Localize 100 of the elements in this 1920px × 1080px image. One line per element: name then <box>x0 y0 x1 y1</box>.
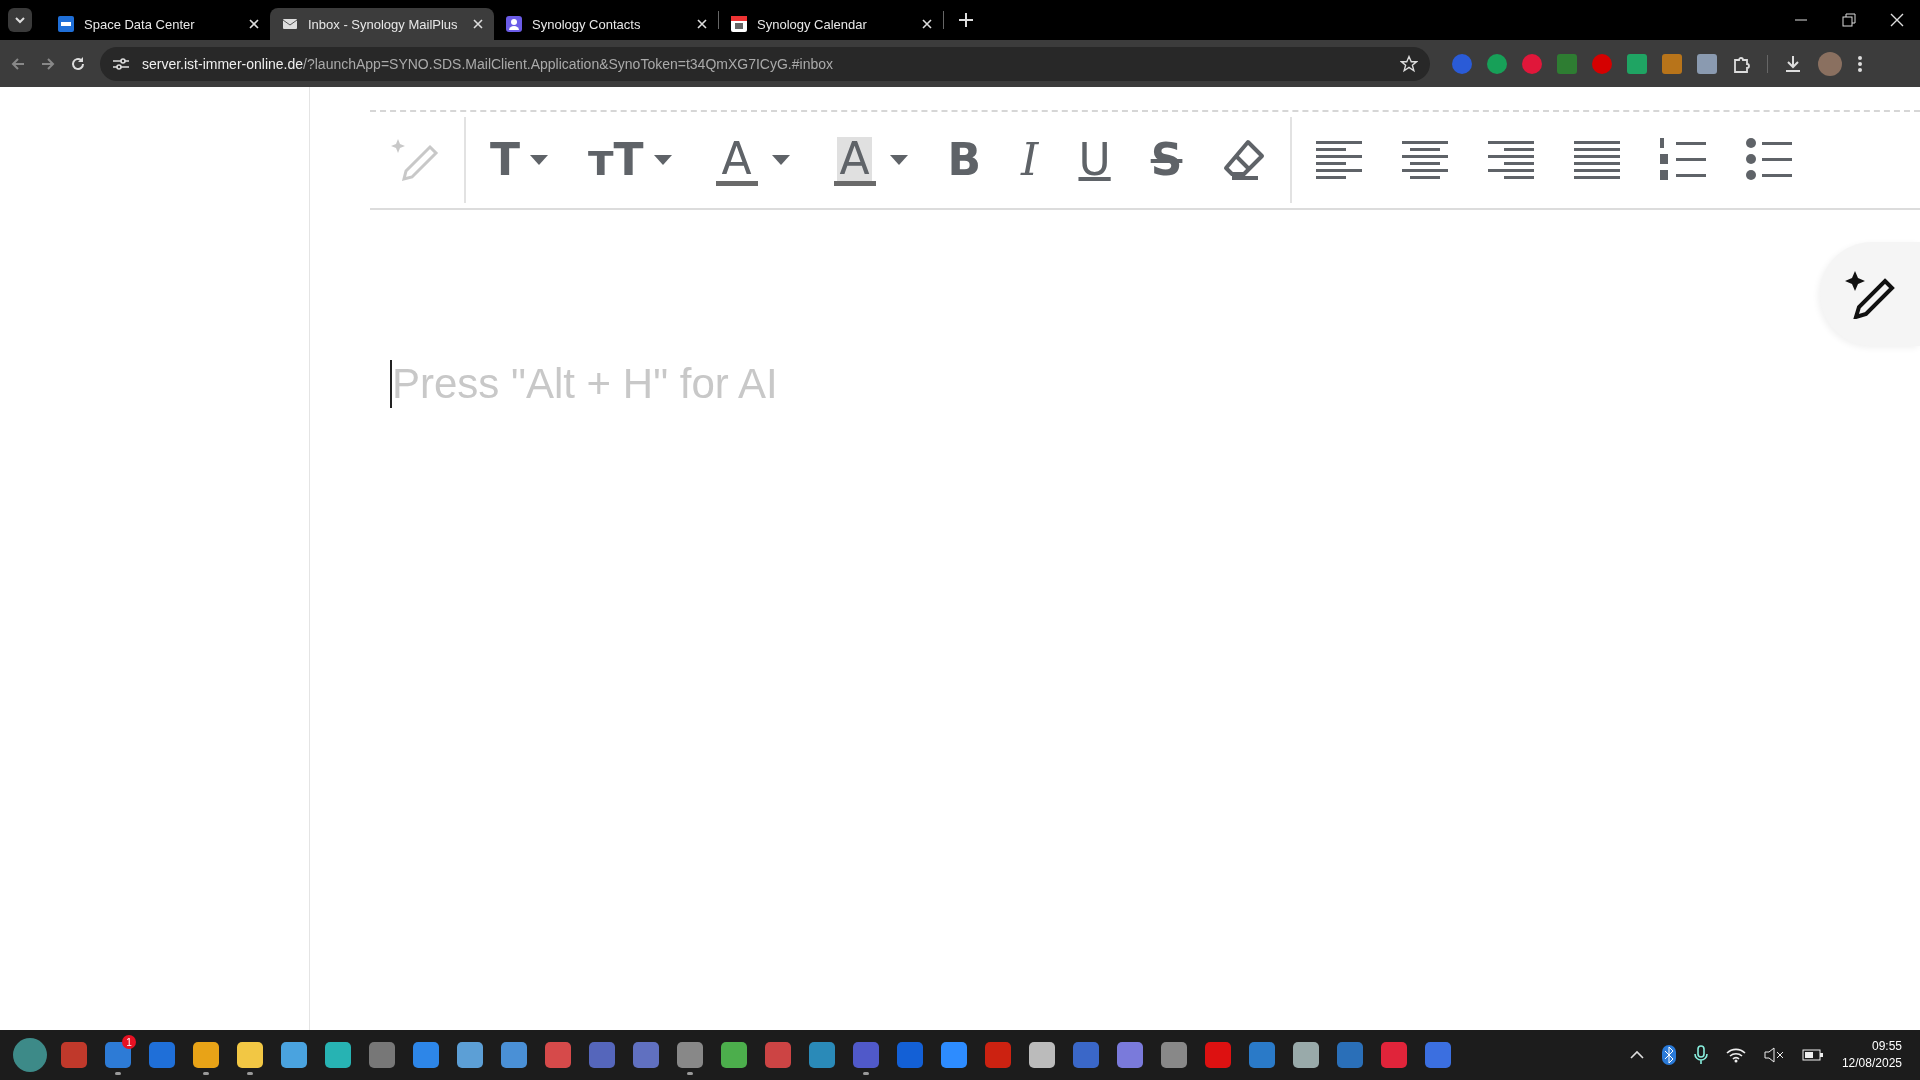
app-icon <box>1073 1042 1099 1068</box>
align-center-icon <box>1402 141 1449 179</box>
app-icon <box>413 1042 439 1068</box>
back-icon[interactable] <box>10 55 26 72</box>
caret-icon <box>530 155 548 165</box>
restore-icon[interactable] <box>1842 13 1856 27</box>
address-bar[interactable]: server.ist-immer-online.de/?launchApp=SYNO.SDS.MailClient.Application&SynoToken=t34QmXG7ICyG.#inbox <box>100 46 1430 81</box>
eraser-icon <box>1222 138 1267 182</box>
taskbar-app[interactable]: 1 <box>96 1033 140 1077</box>
url-text: server.ist-immer-online.de/?launchApp=SYNO.SDS.MailClient.Application&SynoToken=t34QmXG7ICyG.#inbox <box>142 55 834 72</box>
app-icon <box>281 1042 307 1068</box>
contact-card-icon <box>506 16 522 32</box>
font-color-button[interactable]: A <box>691 130 810 190</box>
pen-sparkle-icon <box>390 137 440 183</box>
bullet-list-icon <box>1746 138 1793 182</box>
app-icon <box>985 1042 1011 1068</box>
running-indicator <box>115 1072 121 1075</box>
close-icon[interactable] <box>1890 13 1904 27</box>
highlight-color-button[interactable]: A <box>809 130 928 190</box>
app-icon <box>501 1042 527 1068</box>
app-icon <box>589 1042 615 1068</box>
browser-tab[interactable]: Space Data Center <box>46 8 270 40</box>
app-icon <box>1117 1042 1143 1068</box>
clock[interactable]: 09:55 12/08/2025 <box>1841 1038 1902 1072</box>
app-icon <box>765 1042 791 1068</box>
app-icon <box>1029 1042 1055 1068</box>
app-icon <box>677 1042 703 1068</box>
align-left-icon <box>1316 141 1363 179</box>
running-indicator <box>247 1072 253 1075</box>
microphone-icon[interactable] <box>1693 1045 1708 1065</box>
caret-icon <box>653 155 672 165</box>
browser-tab[interactable]: Inbox - Synology MailPlus <box>270 8 494 40</box>
app-icon <box>1425 1042 1451 1068</box>
battery-icon[interactable] <box>1801 1048 1824 1062</box>
bookmark-star-icon[interactable] <box>1400 54 1418 73</box>
extension-icon[interactable] <box>1662 53 1682 74</box>
app-logo-icon <box>58 16 74 32</box>
justify-icon <box>1574 141 1621 179</box>
reload-icon[interactable] <box>70 55 86 72</box>
app-icon <box>1381 1042 1407 1068</box>
tab-title: Space Data Center <box>84 16 196 32</box>
close-icon[interactable] <box>921 18 933 30</box>
extension-icon[interactable] <box>1627 53 1647 74</box>
site-settings-icon[interactable] <box>112 55 130 72</box>
close-icon[interactable] <box>696 18 708 30</box>
bold-button[interactable]: B <box>927 130 1002 190</box>
pen-sparkle-icon <box>1845 269 1895 319</box>
close-icon[interactable] <box>248 18 260 30</box>
app-icon <box>1337 1042 1363 1068</box>
forward-icon[interactable] <box>40 55 56 72</box>
tab-title: Synology Contacts <box>532 16 642 32</box>
wifi-icon[interactable] <box>1725 1047 1746 1063</box>
bluetooth-icon[interactable] <box>1661 1045 1676 1065</box>
start-orb-icon <box>13 1038 47 1072</box>
browser-tab[interactable]: Synology Calendar <box>719 8 943 40</box>
running-indicator <box>203 1072 209 1075</box>
app-icon <box>1249 1042 1275 1068</box>
caret-icon <box>771 155 790 165</box>
envelope-icon <box>282 16 298 32</box>
app-icon <box>633 1042 659 1068</box>
app-icon <box>193 1042 219 1068</box>
align-right-icon <box>1488 141 1535 179</box>
tab-title: Synology Calendar <box>757 16 868 32</box>
clock-date: 12/08/2025 <box>1841 1055 1902 1072</box>
app-icon <box>545 1042 571 1068</box>
app-icon <box>1161 1042 1187 1068</box>
running-indicator <box>687 1072 693 1075</box>
chevron-up-icon[interactable] <box>1629 1050 1644 1060</box>
strikethrough-button[interactable]: S <box>1130 130 1203 190</box>
chevron-down-icon <box>14 14 26 26</box>
font-button[interactable]: T <box>470 130 568 190</box>
ordered-list-icon <box>1660 138 1707 182</box>
speaker-muted-icon[interactable] <box>1763 1047 1784 1063</box>
app-icon <box>457 1042 483 1068</box>
app-icon <box>721 1042 747 1068</box>
ai-assistant-button[interactable] <box>1820 242 1920 346</box>
close-icon[interactable] <box>472 18 484 30</box>
app-icon <box>369 1042 395 1068</box>
avatar-icon[interactable] <box>1818 51 1842 76</box>
italic-button[interactable]: I <box>1001 130 1059 190</box>
tab-title: Inbox - Synology MailPlus <box>308 16 459 32</box>
underline-button[interactable]: U <box>1058 130 1131 190</box>
app-icon <box>941 1042 967 1068</box>
clock-time: 09:55 <box>1871 1038 1902 1055</box>
app-icon <box>1205 1042 1231 1068</box>
app-icon <box>897 1042 923 1068</box>
calendar-icon <box>731 16 747 32</box>
menu-icon[interactable] <box>1857 54 1863 73</box>
browser-tab[interactable]: Synology Contacts <box>494 8 718 40</box>
app-icon <box>149 1042 175 1068</box>
font-size-button[interactable]: тT <box>568 130 692 190</box>
notification-badge: 1 <box>122 1035 136 1049</box>
download-icon[interactable] <box>1783 53 1803 74</box>
app-icon <box>237 1042 263 1068</box>
caret-icon <box>889 155 908 165</box>
app-icon <box>325 1042 351 1068</box>
tab-search-button[interactable] <box>8 8 32 32</box>
app-icon <box>1293 1042 1319 1068</box>
extension-icon[interactable] <box>1697 53 1717 74</box>
extension-icon[interactable] <box>1487 53 1507 74</box>
